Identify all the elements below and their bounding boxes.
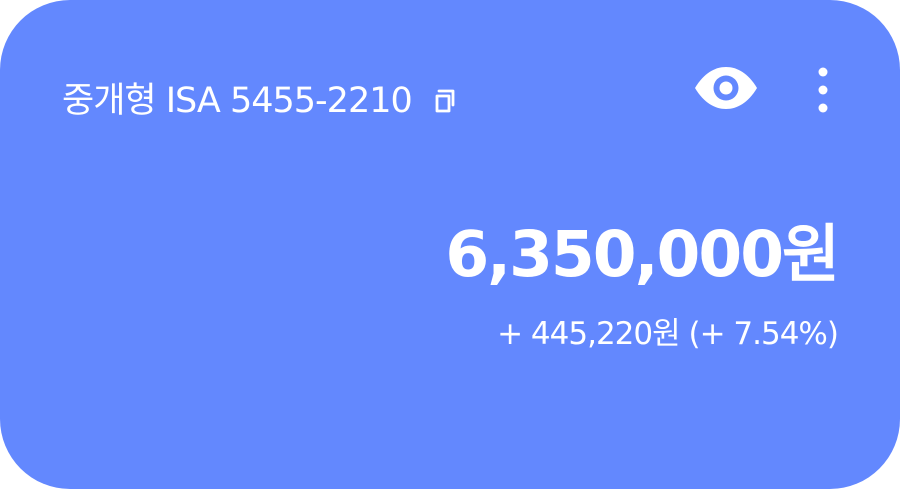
profit-change: + 445,220원 (+ 7.54%) xyxy=(497,316,839,352)
copy-button[interactable] xyxy=(428,82,466,120)
account-header: 중개형 ISA 5455-2210 xyxy=(62,78,466,124)
account-name: 중개형 ISA 5455-2210 xyxy=(62,81,413,121)
eye-icon xyxy=(695,67,757,109)
visibility-toggle-button[interactable] xyxy=(690,62,762,114)
account-card[interactable]: 중개형 ISA 5455-2210 6,350,000원 + 445,220원 … xyxy=(0,0,900,489)
copy-icon xyxy=(435,89,455,113)
more-options-button[interactable] xyxy=(806,60,840,120)
balance-amount: 6,350,000원 xyxy=(445,218,840,291)
more-vertical-icon xyxy=(818,67,828,113)
